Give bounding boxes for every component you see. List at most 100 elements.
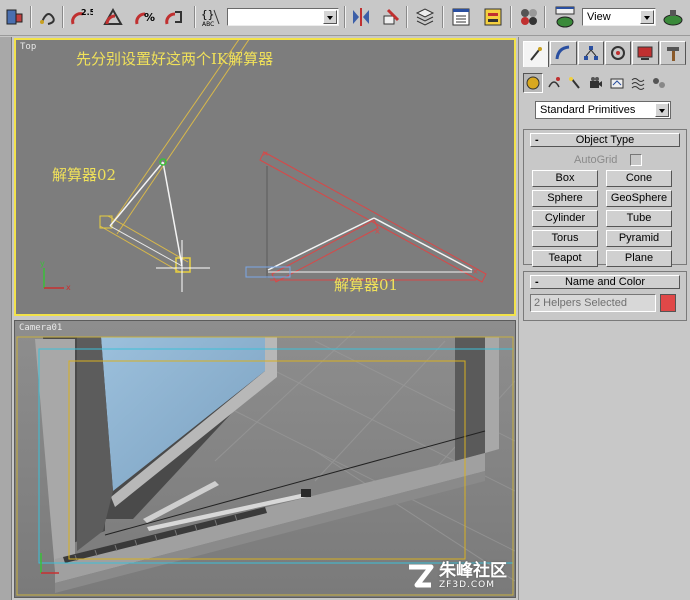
svg-text:y: y: [40, 259, 45, 268]
align-icon[interactable]: [378, 4, 404, 30]
autogrid-label: AutoGrid: [574, 154, 618, 166]
left-panel-strip: [0, 37, 12, 600]
named-selection-icon[interactable]: {} ABC: [198, 4, 224, 30]
plane-button[interactable]: Plane: [606, 250, 672, 267]
tube-button[interactable]: Tube: [606, 210, 672, 227]
svg-text:2.5: 2.5: [81, 8, 93, 17]
watermark-subtitle: ZF3D.COM: [439, 580, 495, 590]
cone-button[interactable]: Cone: [606, 170, 672, 187]
display-icon: [637, 46, 653, 60]
svg-text:×: ×: [262, 149, 269, 158]
viewport-label-camera[interactable]: Camera01: [19, 323, 62, 333]
rollout-name-and-color-title: Name and Color: [564, 276, 646, 288]
render-view-value: View: [587, 11, 611, 23]
app-window: 2.5 % {} ABC View × × × y x Top 先分别设置好这两…: [0, 0, 690, 600]
chevron-down-icon[interactable]: [655, 103, 669, 117]
box-button[interactable]: Box: [532, 170, 598, 187]
rollout-object-type-title: Object Type: [575, 134, 635, 146]
annotation-solver-02: 解算器02: [52, 166, 117, 184]
create-category-icons: [523, 73, 687, 95]
render-scene-icon[interactable]: [552, 4, 578, 30]
tab-utilities[interactable]: [659, 41, 686, 65]
schematic-view-icon[interactable]: [480, 4, 506, 30]
teapot-button[interactable]: Teapot: [532, 250, 598, 267]
toolbar-separator: [510, 6, 512, 28]
hammer-icon: [666, 47, 679, 61]
lights-icon[interactable]: [565, 73, 585, 93]
snap-2-5-icon[interactable]: 2.5: [68, 4, 94, 30]
camera-viewport-scene: [15, 321, 515, 597]
svg-text:x: x: [66, 283, 71, 292]
main-toolbar: 2.5 % {} ABC View: [0, 0, 690, 36]
create-icon: [530, 46, 543, 61]
motion-icon: [611, 46, 626, 60]
tab-create[interactable]: [523, 41, 550, 67]
toolbar-separator: [406, 6, 408, 28]
tab-hierarchy[interactable]: [577, 41, 604, 65]
bind-space-warp-icon[interactable]: [34, 4, 60, 30]
annotation-solver-01: 解算器01: [334, 276, 399, 294]
rollout-object-type-header[interactable]: - Object Type: [530, 133, 680, 147]
window-jamb-right: [455, 337, 485, 461]
window-jamb-right-face: [485, 337, 499, 453]
svg-text:{}: {}: [201, 8, 214, 21]
named-selection-set-dropdown[interactable]: [227, 8, 339, 26]
toolbar-separator: [544, 6, 546, 28]
chevron-down-icon[interactable]: [323, 10, 337, 24]
spinner-snap-icon[interactable]: [162, 4, 188, 30]
quick-render-icon[interactable]: [660, 4, 686, 30]
curve-editor-icon[interactable]: [448, 4, 474, 30]
cameras-icon[interactable]: [586, 73, 606, 93]
object-category-dropdown[interactable]: Standard Primitives: [535, 101, 671, 119]
toolbar-separator: [194, 6, 196, 28]
geometry-icon[interactable]: [523, 73, 543, 93]
tab-motion[interactable]: [604, 41, 632, 65]
toolbar-separator: [344, 6, 346, 28]
toolbar-separator: [442, 6, 444, 28]
object-name-field[interactable]: 2 Helpers Selected: [530, 294, 656, 312]
viewport-camera[interactable]: Camera01 朱峰社区 ZF3D.COM: [14, 320, 516, 598]
svg-text:ABC: ABC: [202, 21, 214, 28]
annotation-main: 先分别设置好这两个IK解算器: [76, 50, 274, 68]
mirror-icon[interactable]: [348, 4, 374, 30]
render-view-dropdown[interactable]: View: [582, 8, 656, 26]
svg-text:×: ×: [472, 267, 479, 276]
hierarchy-icon: [583, 46, 598, 60]
collapse-icon: -: [535, 134, 539, 146]
geosphere-button[interactable]: GeoSphere: [606, 190, 672, 207]
autogrid-checkbox[interactable]: [630, 154, 642, 166]
cylinder-button[interactable]: Cylinder: [532, 210, 598, 227]
zf3d-logo-icon: [409, 564, 434, 588]
ik-chain-right[interactable]: × × ×: [245, 149, 487, 283]
rollout-object-type: - Object Type AutoGrid Box Cone Sphere G…: [523, 129, 687, 267]
material-editor-icon[interactable]: [516, 4, 542, 30]
helpers-icon[interactable]: [607, 73, 627, 93]
object-color-swatch[interactable]: [660, 294, 676, 312]
angle-snap-icon[interactable]: [100, 4, 126, 30]
chevron-down-icon[interactable]: [640, 10, 654, 24]
object-category-value: Standard Primitives: [540, 104, 636, 116]
sphere-button[interactable]: Sphere: [532, 190, 598, 207]
toolbar-separator: [62, 6, 64, 28]
tab-display[interactable]: [632, 41, 659, 65]
command-panel: Standard Primitives - Object Type AutoGr…: [518, 37, 690, 600]
viewport-top[interactable]: × × × y x Top 先分别设置好这两个IK解算器 解算器02 解算器01: [14, 38, 516, 316]
space-warps-icon[interactable]: [628, 73, 648, 93]
percent-snap-icon[interactable]: %: [132, 4, 158, 30]
modify-icon: [555, 45, 570, 60]
ik-chain-left[interactable]: [99, 40, 252, 292]
select-filter-icon[interactable]: [2, 4, 28, 30]
layer-manager-icon[interactable]: [412, 4, 438, 30]
viewport-label-top[interactable]: Top: [20, 42, 36, 52]
shapes-icon[interactable]: [544, 73, 564, 93]
pyramid-button[interactable]: Pyramid: [606, 230, 672, 247]
rollout-name-and-color-header[interactable]: - Name and Color: [530, 275, 680, 289]
command-panel-tabs: [523, 41, 687, 67]
watermark-title: 朱峰社区: [439, 561, 507, 581]
svg-text:×: ×: [374, 227, 381, 236]
tab-modify[interactable]: [550, 41, 577, 65]
watermark: 朱峰社区 ZF3D.COM: [405, 561, 507, 591]
torus-button[interactable]: Torus: [532, 230, 598, 247]
systems-icon[interactable]: [649, 73, 669, 93]
collapse-icon: -: [535, 276, 539, 288]
